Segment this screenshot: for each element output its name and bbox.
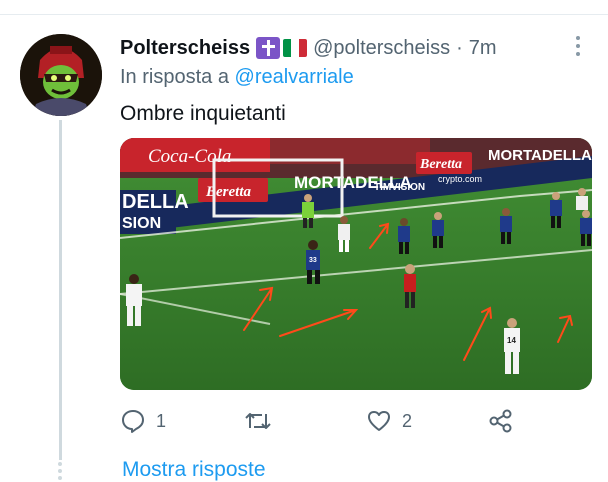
thread-continuation-dots <box>57 462 63 480</box>
retweet-button[interactable] <box>244 408 282 434</box>
thread-line <box>59 120 62 460</box>
more-options-icon[interactable] <box>576 36 582 60</box>
reply-count: 1 <box>156 410 167 431</box>
tweet-text: Ombre inquietanti <box>120 102 286 125</box>
mortadella-left-ad: DELLA <box>122 191 189 213</box>
timvision-ad: TIMVISION <box>374 182 425 193</box>
share-icon <box>489 409 512 433</box>
italy-flag-icon <box>283 39 308 57</box>
like-count: 2 <box>402 410 413 431</box>
top-divider <box>0 14 608 15</box>
reply-button[interactable]: 1 <box>120 408 166 434</box>
reply-icon <box>122 410 144 433</box>
like-icon <box>368 411 390 431</box>
reply-mention-link[interactable]: @realvarriale <box>235 66 354 88</box>
beretta-ad-2: Beretta <box>419 157 462 172</box>
avatar[interactable] <box>20 34 102 116</box>
tweet-time[interactable]: 7m <box>469 37 497 60</box>
reply-context: In risposta a @realvarriale <box>120 66 354 89</box>
tweet-actions: 1 2 <box>120 408 600 440</box>
tweet-image[interactable]: Coca-Cola DELLA SION Beretta MORTADELLA … <box>120 138 592 390</box>
crypto-ad: crypto.com <box>438 174 482 184</box>
show-replies-link[interactable]: Mostra risposte <box>122 458 266 482</box>
reply-prefix: In risposta a <box>120 66 229 88</box>
time-separator: · <box>456 36 463 59</box>
share-button[interactable] <box>488 408 514 434</box>
beretta-ad-1: Beretta <box>205 184 251 200</box>
coca-cola-ad: Coca-Cola <box>148 146 231 167</box>
mortadella-ad-2: MORTADELLA <box>488 147 592 164</box>
shirt-number-33: 33 <box>309 257 317 264</box>
user-handle[interactable]: @polterscheiss <box>313 37 450 60</box>
retweet-icon <box>245 413 271 429</box>
tweet-header: Polterscheiss @polterscheiss · 7m <box>120 34 497 62</box>
display-name[interactable]: Polterscheiss <box>120 37 250 60</box>
cross-emoji-icon <box>256 37 281 59</box>
like-button[interactable]: 2 <box>366 408 412 434</box>
mission-ad: SION <box>122 215 161 232</box>
shirt-number-14: 14 <box>507 336 516 345</box>
